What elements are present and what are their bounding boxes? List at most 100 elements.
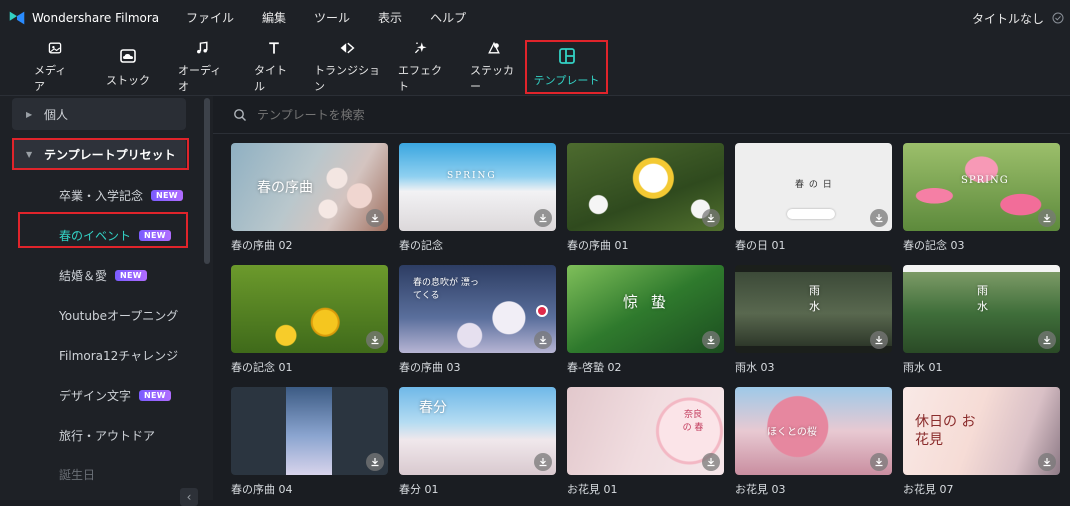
download-icon[interactable] bbox=[366, 331, 384, 349]
template-sidebar: ▶ 個人 ▼ テンプレートプリセット 卒業・入学記念 NEW 春のイベント NE… bbox=[0, 96, 213, 506]
download-icon[interactable] bbox=[1038, 453, 1056, 471]
template-card[interactable]: 春の序曲 春の序曲 02 bbox=[231, 143, 388, 253]
sparkle-icon bbox=[414, 42, 427, 54]
sidebar-group-personal-label: 個人 bbox=[44, 107, 69, 122]
template-name: 春の記念 bbox=[399, 239, 443, 252]
sidebar-group-presets[interactable]: ▼ テンプレートプリセット bbox=[12, 138, 186, 170]
menu-file[interactable]: ファイル bbox=[172, 0, 248, 36]
sidebar-item-graduation[interactable]: 卒業・入学記念 NEW bbox=[59, 187, 183, 204]
menu-help[interactable]: ヘルプ bbox=[416, 0, 480, 36]
template-card[interactable]: 春の記念 01 bbox=[231, 265, 388, 375]
template-name: 雨水 01 bbox=[903, 361, 943, 374]
template-title-text: 雨 水 bbox=[977, 284, 988, 313]
template-name: 春の日 01 bbox=[735, 239, 786, 252]
sidebar-item-wedding[interactable]: 結婚＆愛 NEW bbox=[59, 267, 147, 284]
template-name: 春の序曲 01 bbox=[567, 239, 629, 252]
template-name: お花見 03 bbox=[735, 483, 786, 496]
sidebar-item-spring-event[interactable]: 春のイベント NEW bbox=[59, 227, 171, 244]
template-thumbnail bbox=[231, 387, 388, 475]
download-icon[interactable] bbox=[366, 209, 384, 227]
template-name: 春の記念 01 bbox=[231, 361, 293, 374]
template-thumbnail: 春 の 日 bbox=[735, 143, 892, 231]
template-thumbnail: 休日の お花見 bbox=[903, 387, 1060, 475]
template-card[interactable]: 雨 水 雨水 03 bbox=[735, 265, 892, 375]
sidebar-item-youtube-opening[interactable]: Youtubeオープニング bbox=[59, 307, 178, 324]
tab-transition[interactable]: トランジション bbox=[314, 40, 380, 94]
sidebar-group-personal[interactable]: ▶ 個人 bbox=[12, 98, 186, 130]
sticker-icon bbox=[488, 41, 500, 54]
template-name: 春分 01 bbox=[399, 483, 439, 496]
app-name: Wondershare Filmora bbox=[32, 11, 160, 25]
tab-stock-label: ストック bbox=[106, 74, 150, 87]
media-icon bbox=[48, 42, 62, 54]
sidebar-item-label: 旅行・アウトドア bbox=[59, 429, 156, 443]
template-icon bbox=[558, 48, 575, 64]
menu-tools[interactable]: ツール bbox=[300, 0, 364, 36]
template-name: 春の記念 03 bbox=[903, 239, 965, 252]
download-icon[interactable] bbox=[702, 453, 720, 471]
sidebar-item-label: Youtubeオープニング bbox=[59, 309, 179, 323]
sidebar-item-travel-outdoor[interactable]: 旅行・アウトドア bbox=[59, 427, 155, 444]
menu-edit[interactable]: 編集 bbox=[248, 0, 300, 36]
template-thumbnail: SPRING bbox=[903, 143, 1060, 231]
tab-stock[interactable]: ストック bbox=[106, 40, 150, 94]
template-search-input[interactable] bbox=[257, 107, 657, 122]
sidebar-item-label: 誕生日 bbox=[59, 468, 96, 482]
text-t-icon bbox=[269, 42, 279, 54]
template-card[interactable]: 休日の お花見 お花見 07 bbox=[903, 387, 1060, 497]
tab-sticker[interactable]: ステッカー bbox=[470, 40, 518, 94]
chevron-left-icon: ‹ bbox=[186, 490, 192, 504]
template-search-bar bbox=[213, 96, 1070, 134]
sidebar-item-filmora12-challenge[interactable]: Filmora12チャレンジ bbox=[59, 347, 178, 364]
sidebar-scrollbar[interactable] bbox=[204, 98, 210, 264]
template-name: 春-啓蟄 02 bbox=[567, 361, 622, 374]
template-card[interactable]: 奈良 の 春 お花見 01 bbox=[567, 387, 724, 497]
main-toolbar: メディア ストック オーディオ タイトル トランジション エフェクト ステッカー… bbox=[0, 36, 1070, 96]
sidebar-item-label: 卒業・入学記念 bbox=[59, 189, 144, 203]
tab-template[interactable]: テンプレート bbox=[525, 40, 608, 94]
tab-title[interactable]: タイトル bbox=[254, 40, 294, 94]
sidebar-item-birthday[interactable]: 誕生日 bbox=[59, 466, 95, 483]
tab-media[interactable]: メディア bbox=[34, 40, 76, 94]
download-icon[interactable] bbox=[534, 209, 552, 227]
download-icon[interactable] bbox=[870, 331, 888, 349]
sidebar-item-design-text[interactable]: デザイン文字 NEW bbox=[59, 387, 171, 404]
template-card[interactable]: SPRING 春の記念 bbox=[399, 143, 556, 253]
template-title-text: 惊 蛰 bbox=[623, 293, 670, 311]
transition-icon bbox=[340, 42, 355, 54]
template-card[interactable]: 春分 春分 01 bbox=[399, 387, 556, 497]
template-card[interactable]: 春 の 日 春の日 01 bbox=[735, 143, 892, 253]
template-card[interactable]: 惊 蛰 春-啓蟄 02 bbox=[567, 265, 724, 375]
download-icon[interactable] bbox=[366, 453, 384, 471]
template-name: 春の序曲 04 bbox=[231, 483, 293, 496]
collapse-sidebar-button[interactable]: ‹ bbox=[180, 488, 198, 506]
tab-effect[interactable]: エフェクト bbox=[398, 40, 444, 94]
template-card[interactable]: 雨 水 雨水 01 bbox=[903, 265, 1060, 375]
template-title-text: 雨 水 bbox=[809, 284, 820, 313]
download-icon[interactable] bbox=[870, 209, 888, 227]
search-icon bbox=[234, 108, 246, 121]
template-card[interactable]: 春の序曲 01 bbox=[567, 143, 724, 253]
download-icon[interactable] bbox=[534, 453, 552, 471]
download-icon[interactable] bbox=[1038, 331, 1056, 349]
download-icon[interactable] bbox=[870, 453, 888, 471]
download-icon[interactable] bbox=[534, 331, 552, 349]
sidebar-item-label: デザイン文字 bbox=[59, 389, 132, 403]
template-card[interactable]: ほくとの桜 お花見 03 bbox=[735, 387, 892, 497]
download-icon[interactable] bbox=[702, 331, 720, 349]
template-thumbnail: 春分 bbox=[399, 387, 556, 475]
tab-audio[interactable]: オーディオ bbox=[178, 40, 226, 94]
template-card[interactable]: 春の息吹が 漂ってくる 春の序曲 03 bbox=[399, 265, 556, 375]
menu-view[interactable]: 表示 bbox=[364, 0, 416, 36]
template-card[interactable]: 春の序曲 04 bbox=[231, 387, 388, 497]
tab-media-label: メディア bbox=[34, 64, 67, 93]
template-thumbnail: SPRING bbox=[399, 143, 556, 231]
download-icon[interactable] bbox=[702, 209, 720, 227]
tab-sticker-label: ステッカー bbox=[470, 64, 514, 93]
download-icon[interactable] bbox=[1038, 209, 1056, 227]
template-card[interactable]: SPRING 春の記念 03 bbox=[903, 143, 1060, 253]
template-thumbnail: 雨 水 bbox=[735, 265, 892, 353]
template-title-text: 春の序曲 bbox=[257, 180, 313, 196]
template-thumbnail: 春の序曲 bbox=[231, 143, 388, 231]
template-thumbnail: 雨 水 bbox=[903, 265, 1060, 353]
